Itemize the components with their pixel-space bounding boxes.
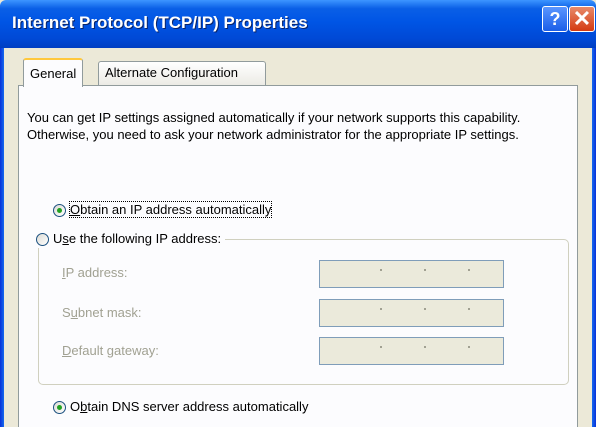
- tab-general[interactable]: General: [23, 58, 84, 87]
- use-following-ip-radio[interactable]: Use the following IP address:: [36, 230, 226, 248]
- octet-separator: [424, 346, 426, 348]
- title-bar[interactable]: Internet Protocol (TCP/IP) Properties ? …: [0, 0, 596, 48]
- ip-address-field[interactable]: [319, 260, 504, 288]
- obtain-ip-automatically-radio[interactable]: Obtain an IP address automatically: [53, 201, 273, 219]
- octet-separator: [468, 346, 470, 348]
- default-gateway-field[interactable]: [319, 337, 504, 365]
- tab-bar: General Alternate Configuration: [0, 56, 596, 87]
- subnet-mask-label: Subnet mask:: [62, 305, 142, 320]
- general-tab-panel: You can get IP settings assigned automat…: [18, 85, 578, 427]
- octet-separator: [380, 308, 382, 310]
- radio-unchecked-icon[interactable]: [36, 233, 49, 246]
- radio-label: Obtain an IP address automatically: [68, 201, 273, 218]
- radio-checked-icon[interactable]: [53, 401, 66, 414]
- window-frame-left: [0, 48, 4, 427]
- window-title: Internet Protocol (TCP/IP) Properties: [12, 13, 308, 32]
- window-frame-right: [592, 48, 596, 427]
- tcpip-properties-dialog: Internet Protocol (TCP/IP) Properties ? …: [0, 0, 596, 427]
- tab-alternate-configuration[interactable]: Alternate Configuration: [98, 61, 266, 85]
- subnet-mask-field[interactable]: [319, 299, 504, 327]
- ip-address-label: IP address:: [62, 265, 128, 280]
- octet-separator: [468, 308, 470, 310]
- default-gateway-label: Default gateway:: [62, 343, 159, 358]
- octet-separator: [424, 269, 426, 271]
- octet-separator: [380, 269, 382, 271]
- octet-separator: [424, 308, 426, 310]
- help-icon[interactable]: ?: [542, 6, 568, 32]
- octet-separator: [380, 346, 382, 348]
- radio-label: Obtain DNS server address automatically: [70, 399, 309, 414]
- octet-separator: [468, 269, 470, 271]
- description-text: You can get IP settings assigned automat…: [27, 110, 521, 142]
- radio-checked-icon[interactable]: [53, 204, 66, 217]
- close-icon[interactable]: ✕: [569, 6, 595, 32]
- radio-label: Use the following IP address:: [53, 231, 222, 246]
- obtain-dns-automatically-radio[interactable]: Obtain DNS server address automatically: [53, 398, 308, 416]
